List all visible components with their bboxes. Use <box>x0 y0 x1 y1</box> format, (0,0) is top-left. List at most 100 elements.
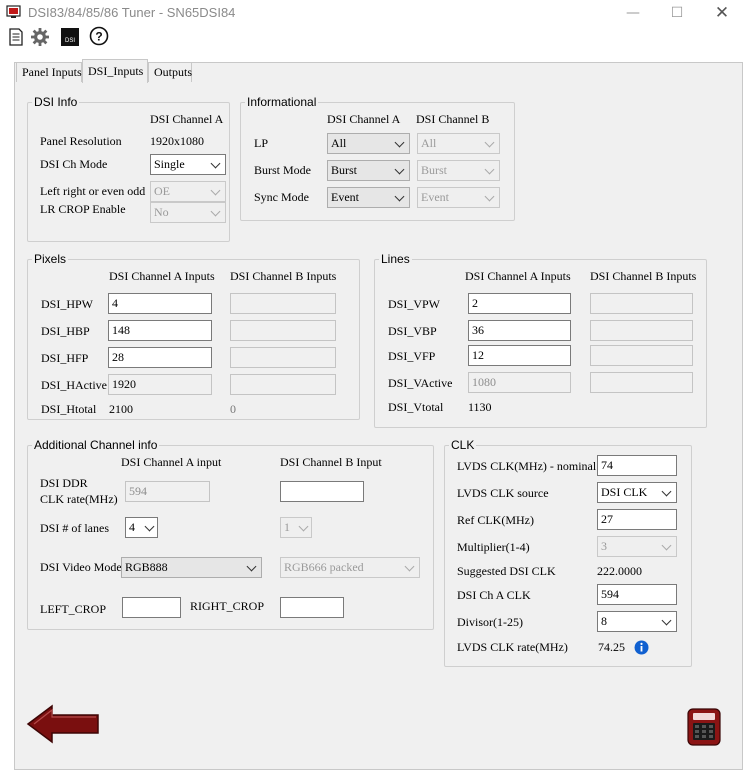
back-arrow-icon[interactable] <box>26 703 100 745</box>
tab-panel-inputs[interactable]: Panel Inputs <box>16 62 82 82</box>
chevron-down-icon <box>484 164 495 175</box>
chevron-down-icon <box>661 615 672 626</box>
dsi-hfp-input-b[interactable] <box>230 347 336 368</box>
dsi-vactive-input-a[interactable]: 1080 <box>468 372 571 393</box>
chevron-down-icon <box>210 185 221 196</box>
tab-dsi-inputs[interactable]: DSI_Inputs <box>82 59 148 83</box>
dsi-vfp-label: DSI_VFP <box>388 349 436 363</box>
dsi-hactive-label: DSI_HActive <box>41 378 107 392</box>
dsi-hpw-input-b[interactable] <box>230 293 336 314</box>
pixels-header-b: DSI Channel B Inputs <box>230 269 337 283</box>
dsi-ddr-input-a[interactable]: 594 <box>125 481 210 502</box>
chevron-down-icon <box>394 191 405 202</box>
dsi-icon[interactable]: DSI <box>60 27 80 47</box>
chevron-down-icon <box>661 540 672 551</box>
dsi-vbp-input-b[interactable] <box>590 320 693 341</box>
lines-header-b: DSI Channel B Inputs <box>590 269 697 283</box>
dsi-hbp-input-b[interactable] <box>230 320 336 341</box>
info-icon[interactable] <box>634 640 649 655</box>
chevron-down-icon <box>210 206 221 217</box>
dsi-vactive-label: DSI_VActive <box>388 376 453 390</box>
lvds-clk-nominal-input[interactable]: 74 <box>597 455 677 476</box>
calculator-icon[interactable] <box>687 708 721 746</box>
dsi-ddr-input-b[interactable] <box>280 481 364 502</box>
maximize-button[interactable]: ☐ <box>667 4 687 22</box>
dsi-cha-clk-input[interactable]: 594 <box>597 584 677 605</box>
sync-mode-select-b[interactable]: Event <box>417 187 500 208</box>
left-right-select[interactable]: OE <box>150 181 226 202</box>
chevron-down-icon <box>394 137 405 148</box>
lr-crop-select[interactable]: No <box>150 202 226 223</box>
dsi-ddr-label-2: CLK rate(MHz) <box>40 492 118 506</box>
dsi-lanes-label: DSI # of lanes <box>40 521 109 535</box>
right-crop-input[interactable] <box>280 597 344 618</box>
dsi-vpw-input-a[interactable]: 2 <box>468 293 571 314</box>
burst-mode-select-b[interactable]: Burst <box>417 160 500 181</box>
burst-mode-select-a[interactable]: Burst <box>327 160 410 181</box>
left-crop-label: LEFT_CROP <box>40 602 107 616</box>
dsi-vtotal-value: 1130 <box>468 400 492 414</box>
divisor-select[interactable]: 8 <box>597 611 677 632</box>
sync-mode-select-a[interactable]: Event <box>327 187 410 208</box>
svg-text:DSI: DSI <box>65 38 75 44</box>
document-icon[interactable] <box>6 27 26 47</box>
dsi-vtotal-label: DSI_Vtotal <box>388 400 444 414</box>
dsi-hbp-label: DSI_HBP <box>41 324 90 338</box>
panel-resolution-value: 1920x1080 <box>150 134 204 148</box>
lp-label: LP <box>254 136 269 150</box>
lp-select-a[interactable]: All <box>327 133 410 154</box>
dsi-vbp-label: DSI_VBP <box>388 324 437 338</box>
dsi-vpw-label: DSI_VPW <box>388 297 441 311</box>
dsi-vbp-input-a[interactable]: 36 <box>468 320 571 341</box>
dsi-hactive-input-a[interactable]: 1920 <box>108 374 212 395</box>
left-crop-input[interactable] <box>122 597 181 618</box>
dsi-lanes-select-a[interactable]: 4 <box>125 517 158 538</box>
chevron-down-icon <box>144 521 155 532</box>
dsi-vfp-input-b[interactable] <box>590 345 693 366</box>
lvds-clk-rate-label: LVDS CLK rate(MHz) <box>457 640 568 654</box>
multiplier-label: Multiplier(1-4) <box>457 540 530 554</box>
lvds-clk-nominal-label: LVDS CLK(MHz) - nominal <box>457 459 597 473</box>
lvds-clk-source-label: LVDS CLK source <box>457 486 549 500</box>
suggested-dsi-clk-label: Suggested DSI CLK <box>457 564 556 578</box>
dsi-hpw-label: DSI_HPW <box>41 297 94 311</box>
dsi-hactive-input-b[interactable] <box>230 374 336 395</box>
ref-clk-input[interactable]: 27 <box>597 509 677 530</box>
chevron-down-icon <box>394 164 405 175</box>
dsi-vpw-input-b[interactable] <box>590 293 693 314</box>
dsi-htotal-value-a: 2100 <box>109 402 133 416</box>
svg-text:?: ? <box>95 30 102 44</box>
dsi-ch-mode-select[interactable]: Single <box>150 154 226 175</box>
suggested-dsi-clk-value: 222.0000 <box>597 564 642 578</box>
dsi-htotal-value-b: 0 <box>230 402 236 416</box>
dsi-hfp-input-a[interactable]: 28 <box>108 347 212 368</box>
additional-header-b: DSI Channel B Input <box>280 455 382 469</box>
dsi-video-mode-select-a[interactable]: RGB888 <box>121 557 262 578</box>
minimize-button[interactable]: — <box>623 4 643 22</box>
dsi-hpw-input-a[interactable]: 4 <box>108 293 212 314</box>
lines-title: Lines <box>379 252 412 266</box>
lp-select-b[interactable]: All <box>417 133 500 154</box>
help-icon[interactable]: ? <box>89 26 109 46</box>
dsi-hbp-input-a[interactable]: 148 <box>108 320 212 341</box>
ref-clk-label: Ref CLK(MHz) <box>457 513 534 527</box>
tab-outputs[interactable]: Outputs <box>148 62 192 82</box>
informational-header-a: DSI Channel A <box>327 112 401 126</box>
close-button[interactable]: ✕ <box>712 4 732 22</box>
dsi-vfp-input-a[interactable]: 12 <box>468 345 571 366</box>
pixels-header-a: DSI Channel A Inputs <box>109 269 215 283</box>
dsi-vactive-input-b[interactable] <box>590 372 693 393</box>
lvds-clk-source-select[interactable]: DSI CLK <box>597 482 677 503</box>
dsi-lanes-select-b[interactable]: 1 <box>280 517 312 538</box>
dsi-info-channel-header: DSI Channel A <box>150 112 224 126</box>
chevron-down-icon <box>404 561 415 572</box>
multiplier-select[interactable]: 3 <box>597 536 677 557</box>
dsi-video-mode-select-b[interactable]: RGB666 packed <box>280 557 420 578</box>
gear-icon[interactable] <box>30 27 50 47</box>
sync-mode-label: Sync Mode <box>254 190 309 204</box>
app-icon <box>6 5 21 18</box>
dsi-htotal-label: DSI_Htotal <box>41 402 97 416</box>
divisor-label: Divisor(1-25) <box>457 615 523 629</box>
panel-resolution-label: Panel Resolution <box>40 134 122 148</box>
lines-header-a: DSI Channel A Inputs <box>465 269 571 283</box>
